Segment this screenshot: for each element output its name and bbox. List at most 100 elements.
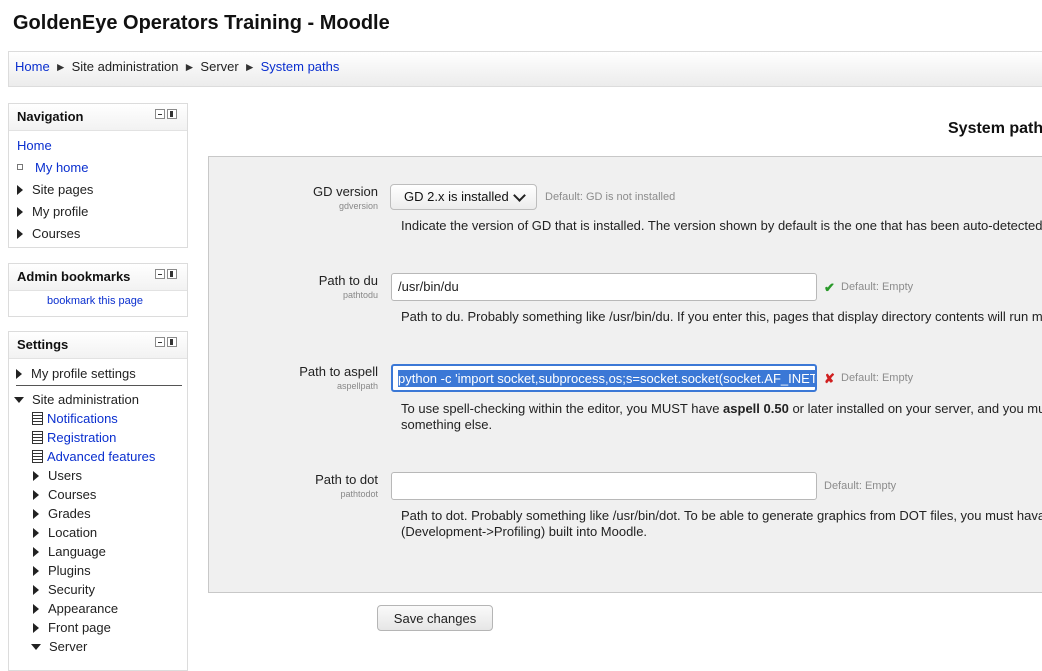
nav-my-home-label: My home: [35, 160, 89, 175]
bookmark-this-page-link[interactable]: bookmark this page: [47, 295, 143, 307]
admin-category-security[interactable]: Security: [33, 582, 95, 597]
breadcrumb: Home ► Site administration ► Server ► System p…: [15, 59, 339, 74]
admin-category-location[interactable]: Location: [33, 525, 97, 540]
nav-item-my-profile[interactable]: My profile: [17, 204, 88, 219]
document-icon: [32, 412, 43, 425]
pathtodot-default: Default: Empty: [824, 480, 897, 492]
aspellpath-description-start: To use spell-checking within the editor,…: [401, 401, 724, 416]
aspellpath-label: Path to aspell aspellpath: [178, 364, 378, 391]
courses-label: Courses: [48, 487, 97, 502]
pathtodot-description-line2: (Development->Profiling) built into Mood…: [401, 524, 648, 539]
collapse-block-icon[interactable]: [155, 109, 165, 119]
dock-block-icon[interactable]: [167, 269, 177, 279]
document-icon: [32, 450, 43, 463]
admin-page-advanced-features[interactable]: Advanced features: [32, 449, 155, 464]
breadcrumb-separator-icon: ►: [54, 60, 67, 74]
aspellpath-selected-text: python -c 'import socket,subprocess,os;s…: [398, 370, 817, 387]
gdversion-default: Default: GD is not installed: [545, 191, 676, 203]
expand-arrow-icon: [33, 509, 39, 519]
aspellpath-default: Default: Empty: [841, 372, 914, 384]
my-profile-settings-label: My profile settings: [31, 366, 136, 381]
location-label: Location: [48, 525, 98, 540]
aspellpath-description: To use spell-checking within the editor,…: [401, 401, 1042, 417]
expand-arrow-icon: [33, 585, 39, 595]
gdversion-select[interactable]: GD 2.x is installed: [390, 184, 537, 210]
nav-my-profile-label: My profile: [32, 204, 89, 219]
expand-arrow-icon: [16, 369, 22, 379]
admin-category-grades[interactable]: Grades: [33, 506, 91, 521]
expand-arrow-icon: [33, 623, 39, 633]
block-controls: [155, 269, 177, 279]
pathtodot-label: Path to dot pathtodot: [178, 472, 378, 499]
breadcrumb-home-link[interactable]: Home: [15, 59, 50, 74]
breadcrumb-site-administration: Site administration: [71, 59, 179, 74]
collapse-arrow-icon: [31, 644, 41, 650]
collapse-arrow-icon: [14, 397, 24, 403]
block-controls: [155, 109, 177, 119]
nav-item-site-pages[interactable]: Site pages: [17, 182, 93, 197]
page-title: System path: [948, 120, 1042, 137]
expand-arrow-icon: [33, 471, 39, 481]
nav-item-my-home[interactable]: My home: [17, 160, 88, 175]
language-label: Language: [48, 544, 106, 559]
pathtodu-label: Path to du pathtodu: [178, 273, 378, 300]
aspellpath-input[interactable]: python -c 'import socket,subprocess,os;s…: [391, 364, 817, 392]
nav-home-link[interactable]: Home: [17, 138, 52, 153]
aspellpath-label-text: Path to aspell: [299, 364, 378, 379]
breadcrumb-server: Server: [200, 59, 239, 74]
front-page-label: Front page: [48, 620, 111, 635]
pathtodu-setting-name: pathtodu: [342, 290, 378, 300]
admin-category-courses[interactable]: Courses: [33, 487, 96, 502]
navbar: Home ► Site administration ► Server ► System p…: [8, 51, 1042, 87]
gdversion-description: Indicate the version of GD that is insta…: [401, 218, 1042, 233]
settings-block: Settings My profile settings Site admini…: [8, 331, 188, 671]
plugins-label: Plugins: [48, 563, 91, 578]
admin-bookmarks-block-title: Admin bookmarks: [17, 269, 131, 284]
expand-arrow-icon: [33, 528, 39, 538]
navigation-block: Navigation Home My home Site pages My pr…: [8, 103, 188, 248]
site-administration-label: Site administration: [32, 392, 139, 407]
dock-block-icon[interactable]: [167, 337, 177, 347]
admin-category-server[interactable]: Server: [31, 639, 87, 654]
admin-bookmarks-block: Admin bookmarks bookmark this page: [8, 263, 188, 317]
aspellpath-setting-name: aspellpath: [336, 381, 378, 391]
admin-page-registration[interactable]: Registration: [32, 430, 116, 445]
collapse-block-icon[interactable]: [155, 337, 165, 347]
nav-site-pages-label: Site pages: [32, 182, 94, 197]
pathtodot-input[interactable]: [391, 472, 817, 500]
security-label: Security: [48, 582, 95, 597]
users-label: Users: [48, 468, 82, 483]
settings-item-my-profile-settings[interactable]: My profile settings: [16, 366, 136, 381]
pathtodot-setting-name: pathtodot: [340, 489, 378, 499]
grades-label: Grades: [48, 506, 91, 521]
nav-courses-label: Courses: [32, 226, 81, 241]
expand-arrow-icon: [17, 229, 23, 239]
aspellpath-description-end: or later installed on your server, and y…: [788, 401, 1042, 416]
pathtodu-input[interactable]: /usr/bin/du: [391, 273, 817, 301]
gdversion-setting-name: gdversion: [338, 201, 378, 211]
admin-category-front-page[interactable]: Front page: [33, 620, 111, 635]
nav-item-courses[interactable]: Courses: [17, 226, 80, 241]
dock-block-icon[interactable]: [167, 109, 177, 119]
expand-arrow-icon: [17, 185, 23, 195]
gdversion-label-text: GD version: [312, 184, 378, 199]
breadcrumb-system-paths-link[interactable]: System paths: [261, 59, 340, 74]
admin-category-users[interactable]: Users: [33, 468, 82, 483]
settings-item-site-administration[interactable]: Site administration: [14, 392, 139, 407]
admin-category-appearance[interactable]: Appearance: [33, 601, 118, 616]
admin-page-notifications[interactable]: Notifications: [32, 411, 118, 426]
settings-divider: [16, 385, 182, 386]
admin-category-language[interactable]: Language: [33, 544, 106, 559]
collapse-block-icon[interactable]: [155, 269, 165, 279]
expand-arrow-icon: [33, 604, 39, 614]
server-label: Server: [49, 639, 88, 654]
pathtodot-label-text: Path to dot: [315, 472, 378, 487]
gdversion-label: GD version gdversion: [178, 184, 378, 211]
document-icon: [32, 431, 43, 444]
bullet-icon: [17, 164, 23, 170]
block-controls: [155, 337, 177, 347]
pathtodu-description: Path to du. Probably something like /usr…: [401, 309, 1042, 324]
save-changes-button[interactable]: Save changes: [377, 605, 493, 631]
settings-block-title: Settings: [17, 337, 69, 352]
admin-category-plugins[interactable]: Plugins: [33, 563, 91, 578]
